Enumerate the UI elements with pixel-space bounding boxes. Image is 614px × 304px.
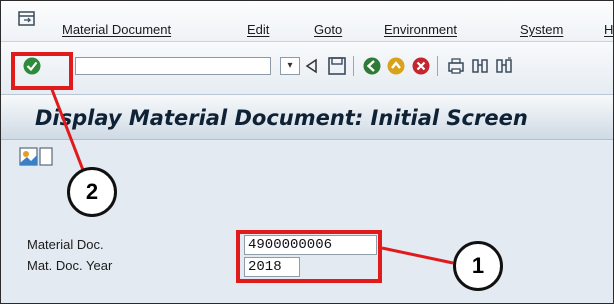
toolbar-separator [437,56,438,76]
find-next-icon[interactable] [495,57,513,75]
callout-number-2: 2 [67,167,117,217]
menu-edit[interactable]: Edit [247,22,269,37]
menu-material-document[interactable]: Material Document [62,22,171,37]
menu-environment[interactable]: Environment [384,22,457,37]
highlight-box-fields [236,230,382,283]
standard-toolbar: ▾ [1,42,613,95]
doc-year-label: Mat. Doc. Year [27,258,113,273]
display-document-icon[interactable] [19,147,38,166]
connector-line-1 [381,246,454,265]
print-icon[interactable] [447,57,465,75]
save-icon[interactable] [328,57,346,75]
command-field[interactable] [75,57,271,75]
menu-bar: Material Document Edit Goto Environment … [1,1,613,42]
menu-system-icon[interactable] [18,11,36,27]
material-doc-label: Material Doc. [27,237,104,252]
highlight-box-enter [11,52,73,90]
callout-number-1: 1 [453,241,503,291]
menu-system[interactable]: System [520,22,563,37]
back-icon[interactable] [363,57,381,75]
page-title: Display Material Document: Initial Scree… [35,106,528,130]
find-icon[interactable] [471,57,489,75]
back-triangle-icon[interactable] [304,58,318,74]
cancel-icon[interactable] [412,57,430,75]
document-icon[interactable] [39,147,53,166]
menu-goto[interactable]: Goto [314,22,342,37]
toolbar-separator [353,56,354,76]
menu-help[interactable]: H [604,22,613,37]
sap-window: Material Document Edit Goto Environment … [0,0,614,304]
command-dropdown-button[interactable]: ▾ [280,57,300,75]
exit-icon[interactable] [387,57,405,75]
